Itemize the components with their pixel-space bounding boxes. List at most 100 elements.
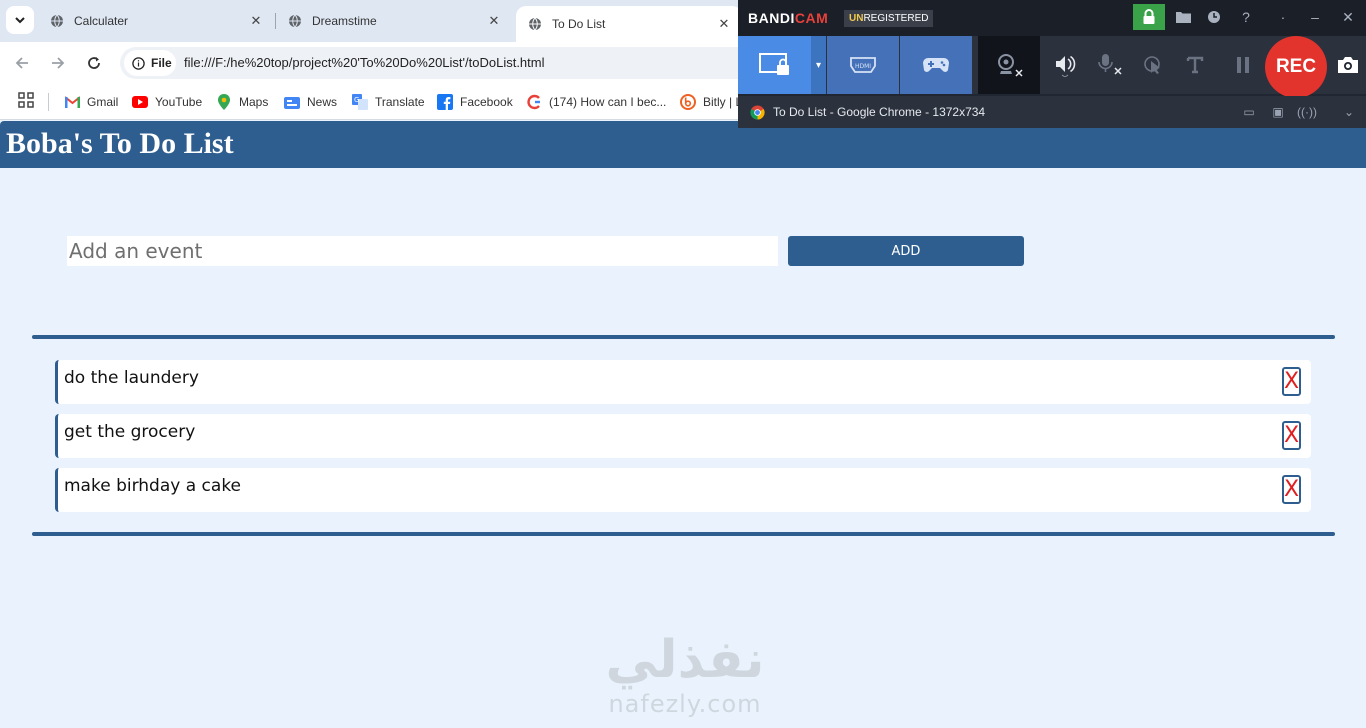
close-icon[interactable]: ✕	[248, 13, 264, 29]
bookmark-label: Facebook	[460, 95, 513, 109]
add-button[interactable]: ADD	[788, 236, 1024, 266]
record-button[interactable]: REC	[1265, 36, 1327, 98]
history-button[interactable]	[1198, 4, 1230, 30]
bookmark-facebook[interactable]: Facebook	[437, 93, 513, 111]
tab-dreamstime[interactable]: Dreamstime ✕	[276, 6, 512, 36]
todo-item: make birhday a cake X	[55, 468, 1311, 512]
info-icon	[132, 56, 145, 70]
broadcast-icon: ((·))	[1297, 105, 1317, 119]
screenshot-button[interactable]	[1334, 36, 1362, 94]
delete-button[interactable]: X	[1282, 367, 1301, 396]
chevron-down-icon: ⌄	[1343, 105, 1355, 119]
bookmark-news[interactable]: News	[284, 93, 337, 111]
gmail-icon	[64, 94, 80, 110]
bandicam-logo: BANDICAM	[748, 10, 829, 26]
speaker-toggle[interactable]	[1048, 36, 1082, 94]
capture-target-text: To Do List - Google Chrome - 1372x734	[773, 105, 986, 119]
minimize-mode-button[interactable]: ·	[1267, 4, 1299, 30]
bookmark-gmail[interactable]: Gmail	[64, 93, 118, 111]
camera-icon	[1338, 57, 1358, 73]
url-text: file:///F:/he%20top/project%20'To%20Do%2…	[184, 55, 545, 70]
webcam-off-icon	[998, 54, 1023, 77]
text-overlay-toggle[interactable]	[1180, 36, 1210, 94]
quora-icon	[526, 94, 542, 110]
reload-button[interactable]	[82, 51, 106, 75]
speaker-icon	[1056, 55, 1076, 77]
bookmark-label: News	[307, 95, 338, 109]
cursor-effects-toggle[interactable]	[1138, 36, 1168, 94]
help-icon: ?	[1242, 9, 1250, 25]
bookmark-label: (174) How can I bec...	[549, 95, 667, 109]
divider-bottom	[32, 532, 1335, 536]
todo-text: do the laundery	[64, 368, 199, 388]
mode-dropdown-button[interactable]: ▾	[811, 36, 826, 94]
apps-grid-icon	[18, 92, 34, 108]
divider-top	[32, 335, 1335, 339]
svg-text:G: G	[354, 96, 359, 104]
tab-title: To Do List	[552, 17, 606, 31]
close-icon: ✕	[1342, 8, 1354, 25]
screen-mode-button[interactable]	[738, 36, 811, 94]
tab-title: Calculater	[74, 14, 129, 28]
site-info-chip[interactable]: File	[124, 50, 176, 76]
bandicam-status-bar: To Do List - Google Chrome - 1372x734 ▭ …	[738, 96, 1366, 128]
microphone-toggle[interactable]	[1090, 36, 1130, 94]
facebook-icon	[437, 94, 453, 110]
pause-icon	[1237, 57, 1249, 73]
minimize-button[interactable]: –	[1299, 4, 1331, 30]
news-icon	[284, 94, 300, 110]
clock-icon	[1208, 11, 1220, 23]
tab-search-button[interactable]	[6, 6, 34, 34]
bookmark-quora[interactable]: (174) How can I bec...	[526, 93, 666, 111]
back-button[interactable]	[10, 51, 34, 75]
bookmark-youtube[interactable]: YouTube	[132, 93, 202, 111]
webcam-toggle[interactable]	[978, 36, 1040, 94]
webcam-overlay-button[interactable]: ▭	[1240, 103, 1258, 121]
bookmark-separator	[48, 93, 49, 111]
microphone-off-icon	[1098, 54, 1122, 75]
image-icon: ▣	[1272, 105, 1284, 119]
cursor-click-icon	[1144, 56, 1160, 74]
video-camera-icon: ▭	[1243, 105, 1255, 119]
delete-button[interactable]: X	[1282, 475, 1301, 504]
minimize-icon: –	[1311, 9, 1319, 25]
translate-icon: G	[352, 94, 368, 110]
svg-text:HDMI: HDMI	[855, 63, 871, 70]
apps-button[interactable]	[18, 92, 34, 113]
bandicam-titlebar: BANDICAM UNREGISTERED ? · – ✕	[738, 0, 1366, 36]
page-title: Boba's To Do List	[6, 127, 234, 160]
site-chip-label: File	[151, 56, 172, 70]
bandicam-window: BANDICAM UNREGISTERED ? · – ✕ ▾ HDMI REC…	[738, 0, 1366, 128]
globe-icon	[51, 14, 63, 28]
expand-button[interactable]: ⌄	[1340, 103, 1358, 121]
image-capture-button[interactable]: ▣	[1269, 103, 1287, 121]
bookmark-translate[interactable]: G Translate	[352, 93, 425, 111]
game-mode-button[interactable]	[900, 36, 972, 94]
reload-icon	[88, 57, 100, 69]
lock-button[interactable]	[1133, 4, 1165, 30]
screen-lock-icon	[758, 53, 789, 75]
address-bar[interactable]: File file:///F:/he%20top/project%20'To%2…	[120, 47, 760, 79]
globe-icon	[529, 17, 541, 31]
globe-icon	[289, 14, 301, 28]
close-button[interactable]: ✕	[1332, 4, 1364, 30]
forward-button[interactable]	[46, 51, 70, 75]
device-mode-button[interactable]: HDMI	[827, 36, 899, 94]
tab-calculater[interactable]: Calculater ✕	[38, 6, 274, 36]
event-input[interactable]	[67, 236, 778, 266]
help-button[interactable]: ?	[1230, 4, 1262, 30]
hdmi-icon: HDMI	[850, 57, 876, 73]
broadcast-button[interactable]: ((·))	[1297, 103, 1317, 121]
bookmark-label: YouTube	[155, 95, 203, 109]
bookmark-bitly[interactable]: Bitly | L	[680, 93, 742, 111]
delete-button[interactable]: X	[1282, 421, 1301, 450]
bookmark-maps[interactable]: Maps	[216, 93, 268, 111]
close-icon[interactable]: ✕	[486, 13, 502, 29]
folder-button[interactable]	[1167, 4, 1199, 30]
pause-button[interactable]	[1228, 36, 1258, 94]
unregistered-badge: UNREGISTERED	[844, 10, 934, 27]
close-icon[interactable]: ✕	[716, 16, 732, 32]
page-header: Boba's To Do List	[0, 121, 1366, 168]
chevron-down-icon	[15, 17, 25, 24]
tab-to-do-list[interactable]: To Do List ✕	[516, 6, 742, 42]
